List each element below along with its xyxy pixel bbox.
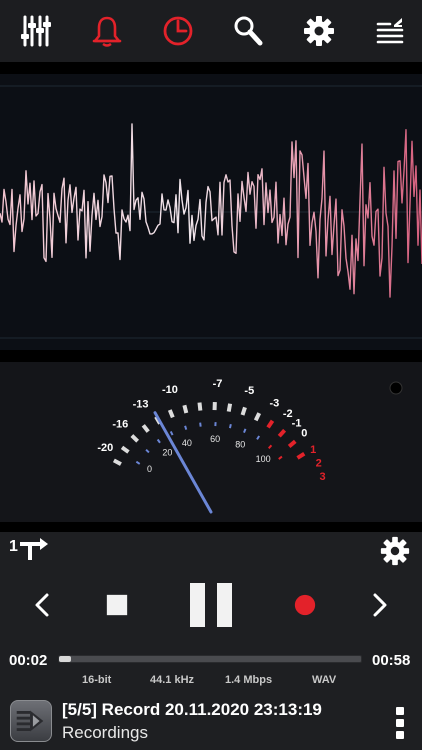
previous-button[interactable]: [28, 590, 58, 620]
pause-icon: [190, 583, 232, 627]
vu-percent-label: 0: [147, 464, 152, 474]
vu-percent-tick: [228, 423, 232, 429]
vu-scale-tick: [287, 439, 297, 448]
more-options-button[interactable]: [393, 706, 407, 740]
vu-percent-tick: [135, 460, 141, 465]
separator: [0, 62, 422, 74]
vu-percent-label: 80: [235, 440, 245, 450]
track-title: [5/5] Record 20.11.2020 23:13:19: [62, 700, 322, 719]
vu-db-label: 2: [316, 457, 322, 469]
svg-text:1: 1: [9, 538, 18, 555]
vu-needle: [153, 411, 213, 514]
vu-scale-tick: [112, 458, 122, 466]
vu-meter-dial: -20-16-13-10 -7-5-3-2-10123 02040 6080100: [97, 378, 403, 514]
player-controls: 1 00:02 00:58 16-bit 44.1 kHz 1.4 Mbps W…: [0, 532, 422, 750]
vu-scale-tick: [141, 424, 150, 433]
vu-db-label: -13: [133, 399, 149, 411]
vu-percent-label: 20: [162, 447, 172, 457]
vu-scale-tick: [277, 428, 287, 438]
vu-meter: -20 -16 -13 -10 -7 -5 -3 -2 -1 0 1 2 3 0 20 40 60 80 100: [0, 362, 422, 522]
vu-percent-tick: [145, 448, 150, 454]
vu-percent-label: 40: [182, 438, 192, 448]
vu-scale-tick: [296, 452, 306, 460]
vu-percent-tick: [169, 431, 174, 436]
stop-icon: [106, 594, 128, 616]
vu-db-label: -3: [269, 398, 279, 410]
bit-depth: 16-bit: [82, 674, 112, 686]
total-time: 00:58: [372, 652, 411, 669]
peak-led-icon: [389, 381, 403, 395]
vu-scale-tick: [182, 404, 189, 414]
vu-db-label: 3: [319, 471, 325, 483]
repeat-mode-button[interactable]: 1: [6, 534, 50, 564]
vu-db-label: 0: [301, 427, 307, 439]
more-vertical-icon: [396, 707, 404, 739]
top-toolbar: [0, 0, 422, 62]
alarm-button[interactable]: [87, 11, 127, 51]
sample-rate: 44.1 kHz: [150, 674, 195, 686]
bitrate: 1.4 Mbps: [225, 674, 273, 686]
vu-percent-label: 60: [210, 434, 220, 444]
pause-button[interactable]: [186, 580, 236, 630]
vu-scale-tick: [266, 419, 275, 429]
seek-bar-fill: [59, 656, 72, 662]
chevron-right-icon: [373, 593, 387, 617]
search-icon: [234, 16, 263, 46]
seek-bar[interactable]: [58, 655, 362, 663]
vu-percent-tick: [156, 438, 161, 444]
vu-db-label: -16: [112, 418, 128, 430]
separator: [0, 522, 422, 532]
next-button[interactable]: [364, 590, 394, 620]
vu-db-label: -1: [292, 417, 302, 429]
vu-db-label: 1: [310, 444, 316, 456]
waveform-display[interactable]: [0, 74, 422, 350]
waveform-trace: [0, 123, 422, 298]
vu-scale-tick: [226, 403, 233, 412]
vu-scale-tick: [240, 406, 247, 416]
repeat-one-icon: 1: [9, 538, 48, 560]
bell-icon: [92, 16, 122, 47]
vu-percent-tick: [243, 428, 247, 433]
mixer-button[interactable]: [16, 11, 56, 51]
record-icon: [294, 594, 316, 616]
gear-icon: [304, 16, 334, 46]
vu-scale-tick: [197, 402, 203, 411]
app-logo-icon: [10, 700, 52, 742]
file-format: WAV: [312, 674, 337, 686]
vu-db-label: -20: [97, 442, 113, 454]
playlist-button[interactable]: [370, 11, 410, 51]
mixer-icon: [21, 15, 51, 47]
vu-percent-tick: [278, 455, 283, 460]
waveform-graph: [0, 85, 422, 339]
vu-db-label: -10: [162, 384, 178, 396]
vu-percent-tick: [268, 444, 273, 449]
timer-button[interactable]: [158, 11, 198, 51]
search-button[interactable]: [228, 11, 268, 51]
stop-button[interactable]: [104, 592, 130, 618]
vu-scale-tick: [120, 445, 130, 454]
clock-icon: [163, 16, 193, 46]
vu-percent-tick: [256, 435, 261, 440]
vu-scale-tick: [167, 409, 175, 419]
vu-percent-tick: [184, 425, 188, 430]
track-folder: Recordings: [62, 723, 148, 742]
player-settings-button[interactable]: [378, 534, 412, 568]
vu-scale-tick: [130, 434, 140, 443]
vu-db-label: -5: [244, 385, 254, 397]
record-button[interactable]: [292, 592, 318, 618]
vu-scale-tick: [253, 412, 262, 422]
now-playing-track[interactable]: [5/5] Record 20.11.2020 23:13:19 Recordi…: [0, 692, 422, 750]
vu-percent-label: 100: [256, 454, 271, 464]
vu-db-label: -7: [213, 378, 223, 390]
settings-button[interactable]: [299, 11, 339, 51]
gear-icon: [380, 536, 410, 566]
chevron-left-icon: [35, 593, 49, 617]
playlist-icon: [376, 18, 404, 44]
elapsed-time: 00:02: [9, 652, 48, 669]
separator: [0, 350, 422, 362]
